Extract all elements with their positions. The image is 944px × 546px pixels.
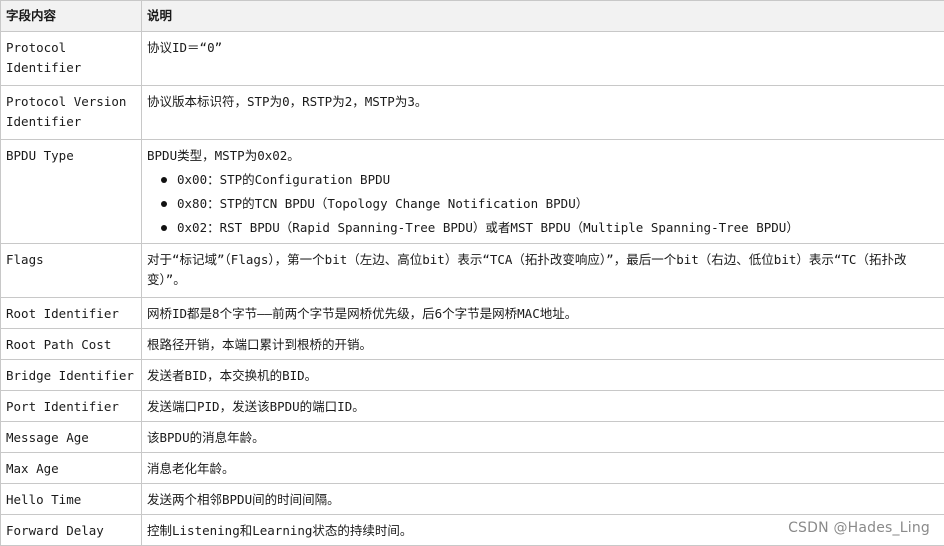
table-row: Root Identifier 网桥ID都是8个字节——前两个字节是网桥优先级，…: [0, 297, 944, 329]
field-description: 消息老化年龄。: [141, 452, 944, 484]
field-description: BPDU类型，MSTP为0x02。: [147, 148, 300, 163]
field-name: Message Age: [0, 421, 142, 453]
field-description: 发送两个相邻BPDU间的时间间隔。: [141, 483, 944, 515]
bpdu-type-list: 0x00：STP的Configuration BPDU 0x80：STP的TCN…: [147, 168, 939, 240]
field-description-cell: BPDU类型，MSTP为0x02。 0x00：STP的Configuration…: [141, 139, 944, 244]
field-name: Forward Delay: [0, 514, 142, 546]
field-name: Port Identifier: [0, 390, 142, 422]
table-row: Root Path Cost 根路径开销，本端口累计到根桥的开销。: [0, 328, 944, 360]
field-name: Root Identifier: [0, 297, 142, 329]
field-name: Max Age: [0, 452, 142, 484]
table-row: Protocol Identifier 协议ID＝“0”: [0, 31, 944, 86]
table-row: Max Age 消息老化年龄。: [0, 452, 944, 484]
field-name: Root Path Cost: [0, 328, 142, 360]
table-header-row: 字段内容 说明: [0, 0, 944, 32]
field-description: 根路径开销，本端口累计到根桥的开销。: [141, 328, 944, 360]
field-name: Protocol Identifier: [0, 31, 142, 86]
table-row: BPDU Type BPDU类型，MSTP为0x02。 0x00：STP的Con…: [0, 139, 944, 244]
field-name: Flags: [0, 243, 142, 298]
field-name: Protocol Version Identifier: [0, 85, 142, 140]
list-item: 0x02：RST BPDU（Rapid Spanning-Tree BPDU）或…: [161, 216, 939, 240]
table-row: Hello Time 发送两个相邻BPDU间的时间间隔。: [0, 483, 944, 515]
field-description: 协议版本标识符，STP为0，RSTP为2，MSTP为3。: [141, 85, 944, 140]
field-name: BPDU Type: [0, 139, 142, 244]
field-description: 该BPDU的消息年龄。: [141, 421, 944, 453]
table-row: Port Identifier 发送端口PID，发送该BPDU的端口ID。: [0, 390, 944, 422]
table-row: Bridge Identifier 发送者BID，本交换机的BID。: [0, 359, 944, 391]
list-item: 0x00：STP的Configuration BPDU: [161, 168, 939, 192]
field-description: 发送者BID，本交换机的BID。: [141, 359, 944, 391]
field-name: Bridge Identifier: [0, 359, 142, 391]
field-description: 发送端口PID，发送该BPDU的端口ID。: [141, 390, 944, 422]
field-name: Hello Time: [0, 483, 142, 515]
table-row: Protocol Version Identifier 协议版本标识符，STP为…: [0, 85, 944, 140]
watermark: CSDN @Hades_Ling: [788, 520, 930, 536]
header-field: 字段内容: [0, 0, 142, 32]
bpdu-field-table: 字段内容 说明 Protocol Identifier 协议ID＝“0” Pro…: [0, 0, 944, 546]
header-description: 说明: [141, 0, 944, 32]
table-row: Flags 对于“标记域”（Flags），第一个bit（左边、高位bit）表示“…: [0, 243, 944, 298]
list-item: 0x80：STP的TCN BPDU（Topology Change Notifi…: [161, 192, 939, 216]
field-description: 对于“标记域”（Flags），第一个bit（左边、高位bit）表示“TCA（拓扑…: [141, 243, 944, 298]
table-row: Message Age 该BPDU的消息年龄。: [0, 421, 944, 453]
field-description: 协议ID＝“0”: [141, 31, 944, 86]
field-description: 网桥ID都是8个字节——前两个字节是网桥优先级，后6个字节是网桥MAC地址。: [141, 297, 944, 329]
